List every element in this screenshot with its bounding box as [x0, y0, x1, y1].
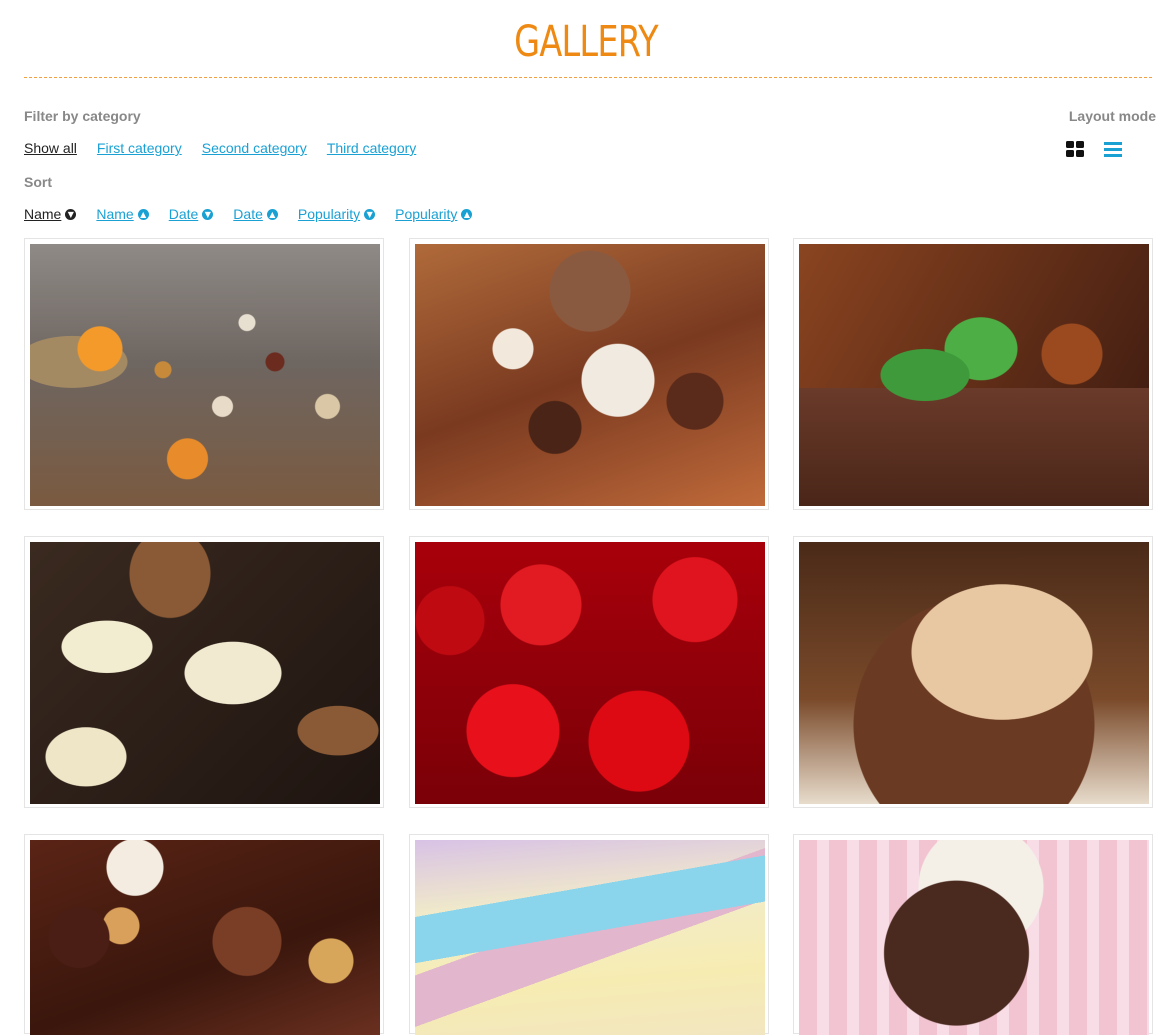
page-title: GALLERY — [514, 17, 658, 67]
filter-bar: Show all First category Second category … — [24, 140, 416, 156]
arrow-up-icon: ▲ — [461, 208, 473, 220]
gallery-item[interactable] — [409, 238, 769, 510]
gallery-item[interactable] — [793, 238, 1153, 510]
sort-name-asc[interactable]: Name ▲ — [96, 206, 149, 222]
gallery-image — [415, 840, 765, 1035]
gallery-item[interactable] — [409, 834, 769, 1035]
gallery-item[interactable] — [793, 536, 1153, 808]
gallery-item[interactable] — [409, 536, 769, 808]
gallery-item[interactable] — [24, 834, 384, 1035]
sort-date-desc[interactable]: Date ▼ — [169, 206, 214, 222]
filter-first-category[interactable]: First category — [97, 140, 182, 156]
arrow-down-icon: ▼ — [202, 208, 214, 220]
sort-date-asc[interactable]: Date ▲ — [233, 206, 278, 222]
arrow-down-icon: ▼ — [65, 208, 77, 220]
arrow-up-icon: ▲ — [137, 208, 149, 220]
grid-icon — [1066, 141, 1084, 157]
gallery-image — [799, 244, 1149, 506]
sort-name-desc-label: Name — [24, 206, 62, 222]
gallery-image — [799, 542, 1149, 804]
gallery-image — [415, 244, 765, 506]
sort-date-asc-label: Date — [233, 206, 263, 222]
filter-third-category[interactable]: Third category — [327, 140, 416, 156]
sort-popularity-desc-label: Popularity — [297, 206, 361, 222]
sort-name-desc[interactable]: Name ▼ — [24, 206, 77, 222]
gallery-image — [30, 542, 380, 804]
gallery-image — [30, 244, 380, 506]
layout-mode-label: Layout mode — [1068, 108, 1156, 124]
gallery-item[interactable] — [24, 536, 384, 808]
arrow-down-icon: ▼ — [364, 208, 376, 220]
title-divider — [24, 77, 1152, 78]
list-layout-button[interactable] — [1103, 140, 1123, 158]
sort-popularity-desc[interactable]: Popularity ▼ — [297, 206, 376, 222]
sort-name-asc-label: Name — [96, 206, 134, 222]
filter-show-all[interactable]: Show all — [24, 140, 77, 156]
sort-date-desc-label: Date — [168, 206, 199, 222]
gallery-image — [415, 542, 765, 804]
grid-layout-button[interactable] — [1065, 140, 1085, 158]
arrow-up-icon: ▲ — [266, 208, 278, 220]
sort-bar: Name ▼ Name ▲ Date ▼ Date ▲ Popularity ▼… — [24, 206, 473, 222]
gallery-item[interactable] — [793, 834, 1153, 1035]
sort-popularity-asc[interactable]: Popularity ▲ — [395, 206, 473, 222]
list-icon — [1104, 142, 1122, 157]
gallery-image — [30, 840, 380, 1035]
filter-second-category[interactable]: Second category — [202, 140, 307, 156]
filter-label: Filter by category — [24, 108, 141, 124]
sort-label: Sort — [24, 174, 52, 190]
sort-popularity-asc-label: Popularity — [395, 206, 458, 222]
gallery-item[interactable] — [24, 238, 384, 510]
gallery-image — [799, 840, 1149, 1035]
